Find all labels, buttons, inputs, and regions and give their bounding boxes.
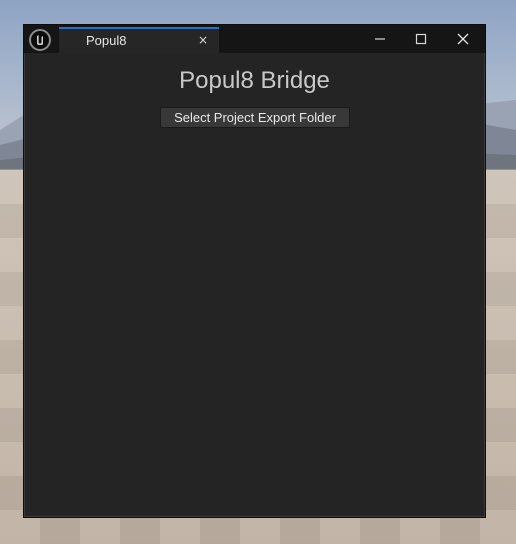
maximize-button[interactable]	[401, 25, 441, 53]
title-bar[interactable]: Popul8 ×	[24, 25, 485, 53]
close-button[interactable]	[443, 25, 483, 53]
tab-label: Popul8	[86, 33, 127, 48]
tab-close-icon[interactable]: ×	[195, 30, 211, 50]
minimize-button[interactable]	[360, 25, 400, 53]
tab-popul8[interactable]: Popul8 ×	[59, 27, 219, 53]
close-icon	[457, 33, 469, 45]
select-export-folder-button[interactable]: Select Project Export Folder	[160, 107, 350, 128]
window-content: Popul8 Bridge Select Project Export Fold…	[24, 53, 485, 517]
maximize-icon	[415, 33, 427, 45]
unreal-engine-logo-icon	[29, 29, 51, 51]
page-title: Popul8 Bridge	[179, 67, 330, 94]
plugin-window: Popul8 × Popul8 Bridge Select Project Ex…	[23, 24, 486, 518]
minimize-icon	[375, 38, 385, 40]
